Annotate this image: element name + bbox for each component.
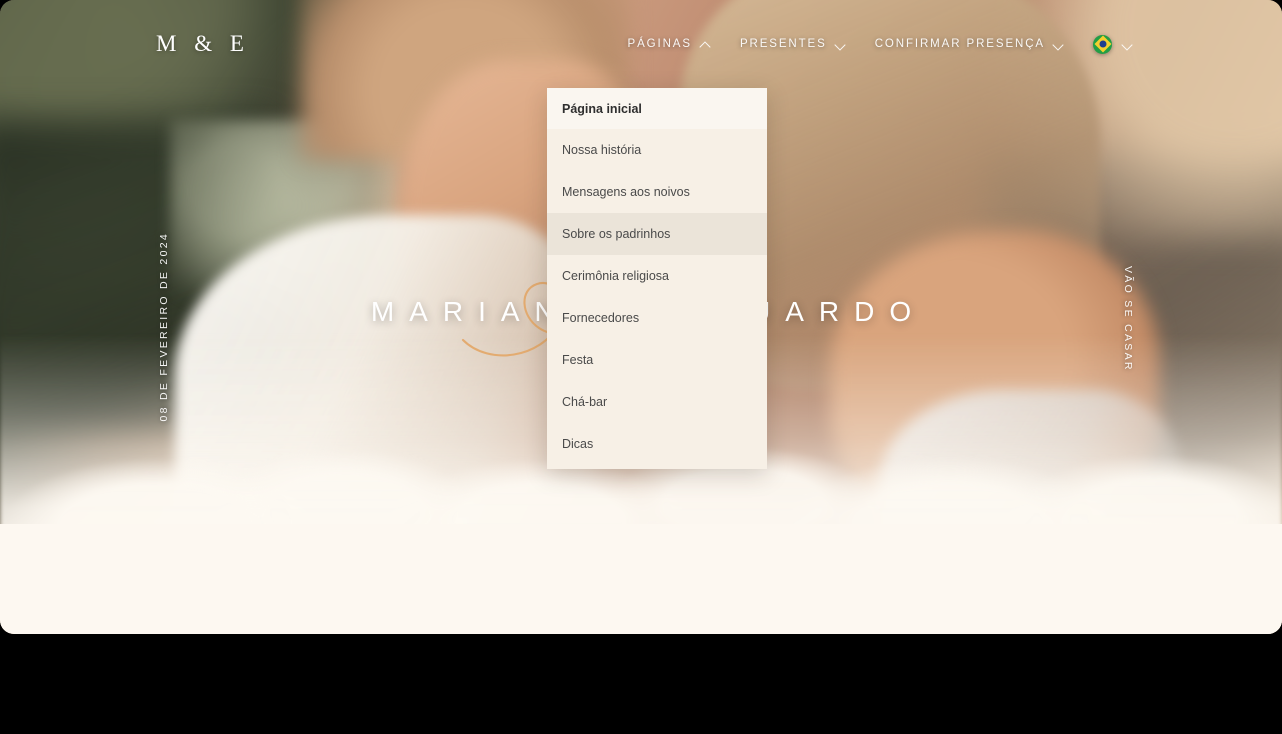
menu-item-mensagens-aos-noivos[interactable]: Mensagens aos noivos bbox=[547, 171, 767, 213]
nav-item-paginas[interactable]: PÁGINAS bbox=[628, 38, 710, 50]
nav-item-confirmar-presenca[interactable]: CONFIRMAR PRESENÇA bbox=[875, 38, 1063, 50]
brazil-flag-icon bbox=[1093, 34, 1112, 54]
nav-item-paginas-label: PÁGINAS bbox=[627, 38, 692, 50]
menu-item-festa[interactable]: Festa bbox=[547, 339, 767, 381]
menu-item-cha-bar[interactable]: Chá-bar bbox=[547, 381, 767, 423]
site-header: M & E PÁGINAS PRESENTES CONFIRMAR PRESEN… bbox=[0, 0, 1282, 88]
chevron-down-icon bbox=[1123, 40, 1132, 49]
menu-item-dicas[interactable]: Dicas bbox=[547, 423, 767, 465]
hero-side-caption: VÃO SE CASAR bbox=[1122, 266, 1134, 372]
main-navigation: PÁGINAS PRESENTES CONFIRMAR PRESENÇA bbox=[628, 34, 1133, 54]
menu-item-cerimonia-religiosa[interactable]: Cerimônia religiosa bbox=[547, 255, 767, 297]
chevron-down-icon bbox=[1054, 40, 1063, 49]
chevron-down-icon bbox=[836, 40, 845, 49]
nav-item-confirmar-presenca-label: CONFIRMAR PRESENÇA bbox=[874, 38, 1045, 50]
nav-item-presentes-label: PRESENTES bbox=[739, 38, 827, 50]
menu-item-fornecedores[interactable]: Fornecedores bbox=[547, 297, 767, 339]
site-logo[interactable]: M & E bbox=[156, 31, 250, 57]
wedding-date-caption: 08 DE FEVEREIRO DE 2024 bbox=[158, 232, 170, 422]
photo-bottom-cream bbox=[0, 524, 1282, 634]
paginas-dropdown-menu: Página inicial Nossa história Mensagens … bbox=[547, 88, 767, 469]
nav-item-presentes[interactable]: PRESENTES bbox=[740, 38, 845, 50]
menu-item-nossa-historia[interactable]: Nossa história bbox=[547, 129, 767, 171]
menu-item-sobre-os-padrinhos[interactable]: Sobre os padrinhos bbox=[547, 213, 767, 255]
menu-item-pagina-inicial[interactable]: Página inicial bbox=[547, 88, 767, 129]
chevron-up-icon bbox=[701, 40, 710, 49]
language-selector[interactable] bbox=[1093, 34, 1132, 54]
page-card: MARIANA & EDUARDO 08 DE FEVEREIRO DE 202… bbox=[0, 0, 1282, 634]
